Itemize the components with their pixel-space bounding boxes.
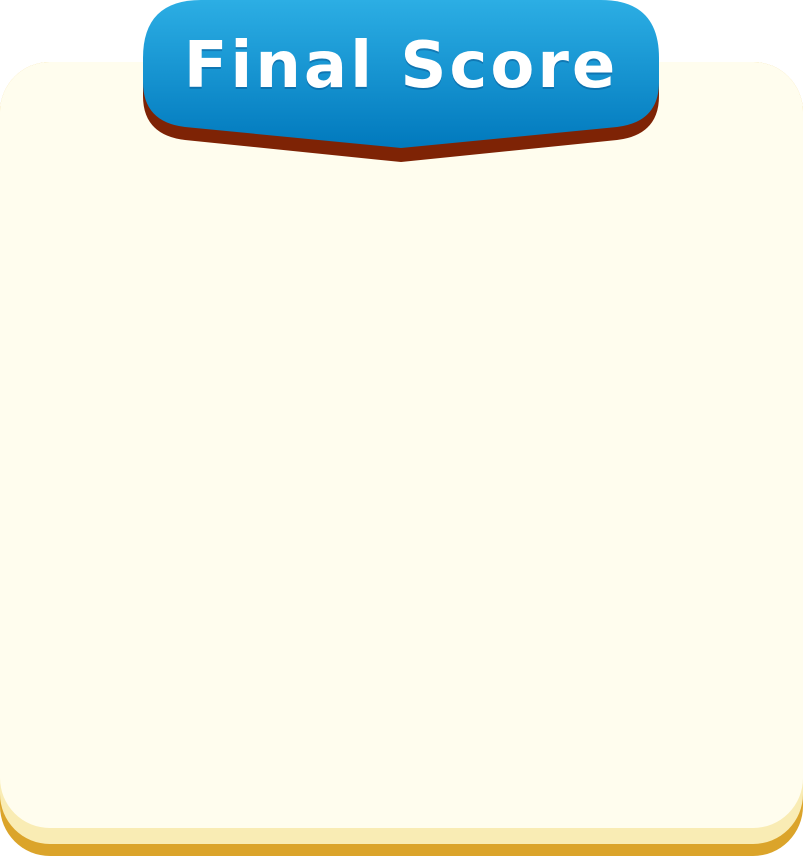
banner-title: Final Score: [183, 29, 619, 103]
final-score-banner: Final Score: [143, 0, 659, 162]
panel-face: [0, 62, 803, 828]
score-panel: [0, 62, 803, 856]
